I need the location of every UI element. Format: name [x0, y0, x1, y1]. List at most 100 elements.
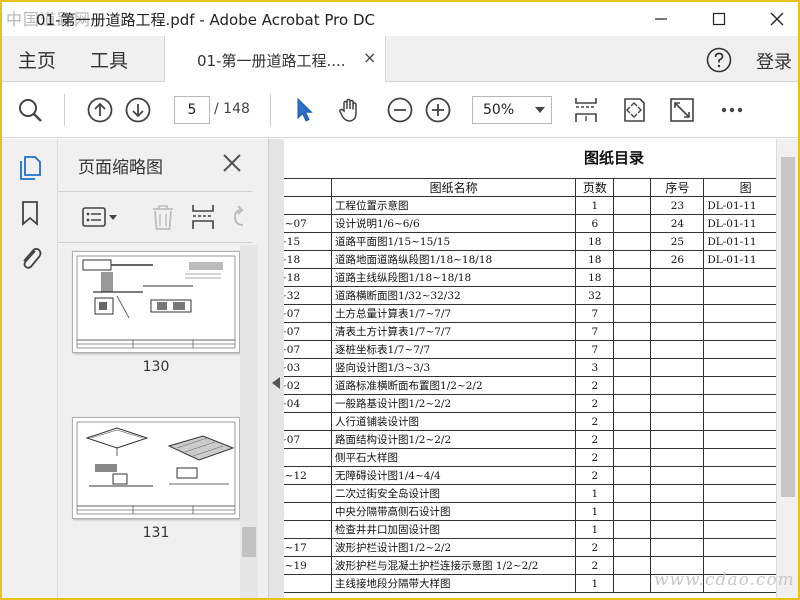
- page-thumbnail[interactable]: [72, 251, 240, 353]
- previous-page-button[interactable]: [86, 96, 114, 124]
- tab-tools[interactable]: 工具: [90, 46, 128, 73]
- table-cell-seq: [650, 466, 705, 485]
- table-cell-code: 1: [284, 196, 333, 215]
- table-cell-idx: [613, 574, 652, 593]
- table-cell-name: 土方总量计算表1/7~7/7: [331, 304, 577, 323]
- tab-home[interactable]: 主页: [18, 46, 56, 73]
- table-cell-pages: 18: [575, 268, 615, 287]
- thumbnail-options-button[interactable]: [80, 203, 120, 231]
- header-cell: [284, 178, 333, 197]
- search-button[interactable]: [16, 96, 44, 124]
- maximize-button[interactable]: [696, 2, 742, 36]
- zoom-out-button[interactable]: [386, 96, 414, 124]
- table-cell-code: ~04: [284, 394, 333, 413]
- insert-page-button[interactable]: [188, 203, 218, 231]
- table-cell-seq: [650, 502, 705, 521]
- table-cell-dwg: [703, 412, 788, 431]
- table-cell-name: 工程位置示意图: [331, 196, 577, 215]
- scroll-mode-button[interactable]: [572, 96, 600, 124]
- help-icon[interactable]: [706, 47, 732, 73]
- table-row: 4中央分隔带高侧石设计图1: [284, 502, 788, 521]
- login-button[interactable]: 登录: [756, 48, 792, 74]
- toolbar-divider: [270, 94, 271, 126]
- table-cell-code: 3: [284, 448, 333, 467]
- more-icon: [721, 107, 743, 113]
- hand-tool-button[interactable]: [336, 96, 364, 124]
- table-cell-code: ~07: [284, 340, 333, 359]
- scrollbar-thumb[interactable]: [781, 157, 795, 497]
- table-cell-pages: 2: [575, 448, 615, 467]
- table-cell-pages: 3: [575, 358, 615, 377]
- paperclip-icon: [23, 247, 42, 269]
- table-cell-dwg: [703, 268, 788, 287]
- table-cell-dwg: DL-01-11: [703, 232, 788, 251]
- zoom-in-icon: [425, 97, 451, 123]
- page-number-input[interactable]: 5: [174, 96, 210, 124]
- table-cell-seq: [650, 376, 705, 395]
- minimize-button[interactable]: [638, 2, 684, 36]
- panel-splitter[interactable]: [268, 139, 284, 598]
- table-cell-name: 无障碍设计图1/4~4/4: [331, 466, 577, 485]
- scrollbar-thumb[interactable]: [242, 527, 256, 557]
- table-cell-dwg: [703, 430, 788, 449]
- header-cell: 图: [703, 178, 788, 197]
- scroll-mode-icon: [575, 98, 597, 122]
- table-cell-dwg: [703, 304, 788, 323]
- full-screen-icon: [670, 98, 694, 122]
- fit-page-button[interactable]: [620, 96, 648, 124]
- table-row: 3二次过街安全岛设计图1: [284, 484, 788, 503]
- more-tools-button[interactable]: [718, 96, 746, 124]
- rotate-page-button[interactable]: [226, 203, 252, 231]
- table-cell-idx: [613, 430, 652, 449]
- bookmarks-button[interactable]: [16, 199, 44, 227]
- zoom-level-select[interactable]: 50%: [472, 96, 552, 124]
- table-cell-code: ~15: [284, 232, 333, 251]
- table-cell-code: ~07: [284, 430, 333, 449]
- table-cell-code: ~03: [284, 358, 333, 377]
- thumbnail-scrollbar[interactable]: [240, 245, 258, 598]
- table-cell-pages: 7: [575, 322, 615, 341]
- table-cell-seq: [650, 448, 705, 467]
- table-cell-code: 2~07: [284, 214, 333, 233]
- drawing-index-title: 图纸目录: [584, 149, 645, 167]
- delete-page-button[interactable]: [148, 203, 178, 231]
- arrow-up-circle-icon: [87, 97, 113, 123]
- table-cell-dwg: [703, 502, 788, 521]
- close-tab-icon[interactable]: ×: [363, 48, 376, 67]
- table-cell-pages: 1: [575, 484, 615, 503]
- close-icon[interactable]: [220, 151, 244, 175]
- toolbar: 5 / 148 50%: [2, 82, 798, 138]
- zoom-in-button[interactable]: [424, 96, 452, 124]
- table-cell-idx: [613, 394, 652, 413]
- table-cell-name: 波形护栏与混凝土护栏连接示意图 1/2~2/2: [331, 556, 577, 575]
- table-cell-seq: [650, 322, 705, 341]
- tab-document[interactable]: 01-第一册道路工程.... ×: [164, 36, 386, 82]
- table-cell-name: 道路平面图1/15~15/15: [331, 232, 577, 251]
- table-cell-seq: [650, 484, 705, 503]
- zoom-out-icon: [387, 97, 413, 123]
- table-cell-idx: [613, 358, 652, 377]
- table-cell-code: 3: [284, 484, 333, 503]
- thumbnail-page-number: 130: [142, 359, 170, 375]
- page-thumbnails-button[interactable]: [16, 153, 44, 181]
- table-cell-code: 0~12: [284, 466, 333, 485]
- attachments-button[interactable]: [16, 243, 44, 271]
- table-cell-seq: [650, 412, 705, 431]
- close-window-button[interactable]: [754, 2, 798, 36]
- document-scrollbar[interactable]: [776, 139, 798, 598]
- table-cell-seq: 24: [650, 214, 705, 233]
- table-cell-name: 主线接地段分隔带大样图: [331, 574, 577, 593]
- collapse-panel-icon[interactable]: [272, 377, 280, 389]
- table-row: 1工程位置示意图1 23DL-01-11: [284, 196, 788, 215]
- page-total-label: / 148: [214, 101, 250, 117]
- full-screen-button[interactable]: [668, 96, 696, 124]
- header-cell: 序号: [650, 178, 705, 197]
- table-cell-dwg: [703, 376, 788, 395]
- next-page-button[interactable]: [124, 96, 152, 124]
- page-thumbnail[interactable]: [72, 417, 240, 519]
- table-header-row: 图纸名称 页数 序号 图: [284, 178, 788, 197]
- table-cell-pages: 32: [575, 286, 615, 305]
- table-cell-idx: [613, 502, 652, 521]
- select-tool-button[interactable]: [290, 96, 318, 124]
- table-cell-pages: 2: [575, 538, 615, 557]
